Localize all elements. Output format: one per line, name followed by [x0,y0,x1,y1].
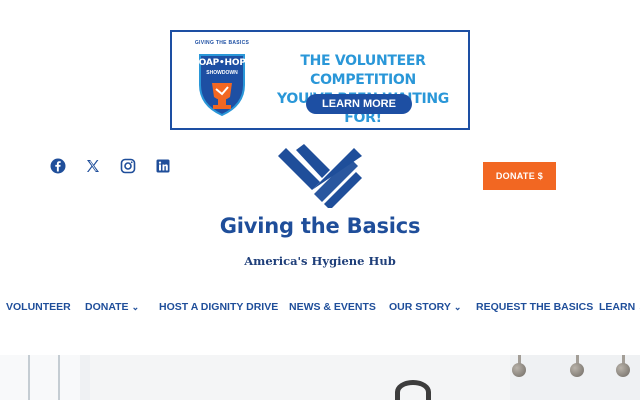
chevron-down-icon: ⌄ [131,302,140,312]
nav-item-host-a-dignity-drive[interactable]: HOST A DIGNITY DRIVE [159,296,278,318]
soap-hope-badge: GIVING THE BASICS SOAP•HOPE SHOWDOWN [190,40,254,122]
nav-item-volunteer[interactable]: VOLUNTEER [6,296,71,318]
badge-subtitle: SHOWDOWN [206,70,238,76]
hero-decor-object [395,380,431,400]
nav-item-label: VOLUNTEER [6,301,71,313]
brand-tagline: America's Hygiene Hub [244,254,396,268]
nav-item-our-story[interactable]: OUR STORY ⌄ [389,296,461,318]
nav-item-label: REQUEST THE BASICS [476,301,594,313]
hero-window [0,355,80,400]
nav-item-label: LEARN [599,301,636,313]
nav-item-label: DONATE [85,301,129,313]
badge-title: SOAP•HOPE [192,58,252,68]
hero-knob [616,363,630,377]
nav-item-learn[interactable]: LEARN⌄ [599,296,640,318]
nav-item-donate[interactable]: DONATE ⌄ [85,296,139,318]
hero-wall [90,355,510,400]
brand-name[interactable]: Giving the Basics [200,214,440,238]
nav-item-news-events[interactable]: NEWS & EVENTS [289,296,376,318]
giving-the-basics-logo-icon[interactable] [276,142,364,208]
nav-item-label: HOST A DIGNITY DRIVE [159,301,279,313]
instagram-icon[interactable] [120,158,136,174]
nav-item-request-the-basics[interactable]: REQUEST THE BASICS [476,296,593,318]
hero-image [0,355,640,400]
banner-headline: THE VOLUNTEER COMPETITION YOU'VE BEEN WA… [268,52,458,128]
learn-more-button[interactable]: LEARN MORE [306,94,412,114]
badge-top-text: GIVING THE BASICS [194,40,250,46]
promo-banner[interactable]: GIVING THE BASICS SOAP•HOPE SHOWDOWN THE… [170,30,470,130]
donate-button[interactable]: DONATE $ [483,162,556,190]
banner-headline-line1: THE VOLUNTEER COMPETITION [300,53,426,88]
chevron-down-icon: ⌄ [453,302,462,312]
hero-knob [570,363,584,377]
main-nav: VOLUNTEER DONATE ⌄ HOST A DIGNITY DRIVE N… [0,296,640,318]
linkedin-icon[interactable] [155,158,171,174]
hero-knob [512,363,526,377]
facebook-icon[interactable] [50,158,66,174]
nav-item-label: NEWS & EVENTS [289,301,376,313]
nav-item-label: OUR STORY [389,301,451,313]
x-twitter-icon[interactable] [85,158,101,174]
